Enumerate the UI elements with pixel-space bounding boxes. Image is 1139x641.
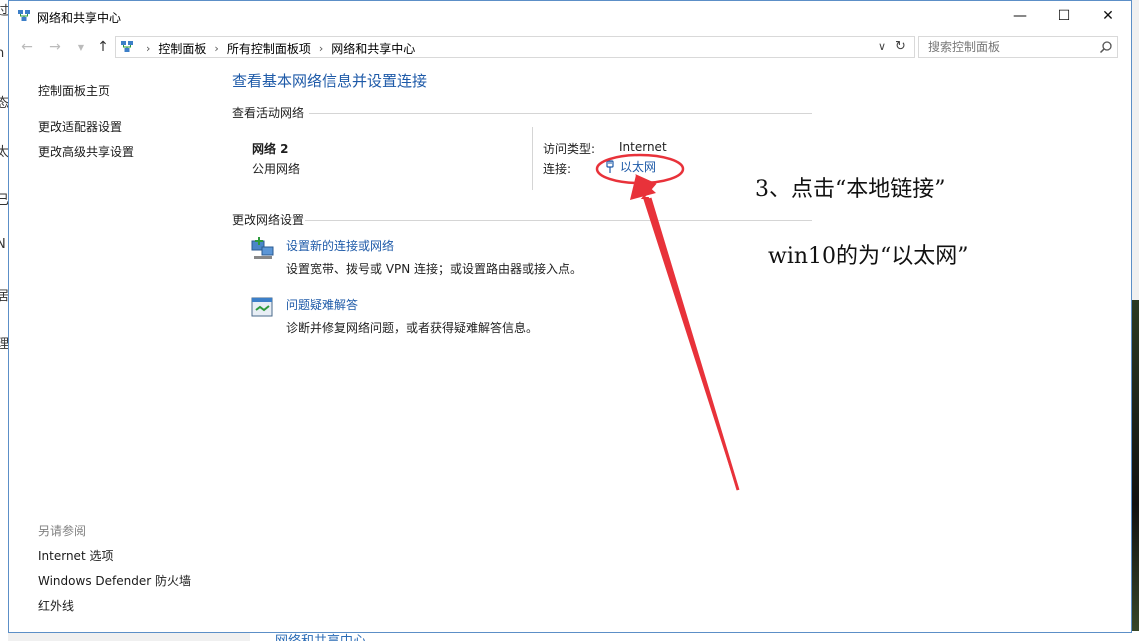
minimize-button[interactable]: — bbox=[997, 1, 1043, 31]
breadcrumb: › 控制面板 › 所有控制面板项 › 网络和共享中心 bbox=[138, 40, 415, 57]
sidebar-link-internet-options[interactable]: Internet 选项 bbox=[38, 547, 113, 564]
desktop-wallpaper bbox=[1131, 300, 1139, 641]
close-button[interactable]: ✕ bbox=[1085, 1, 1131, 31]
see-also-heading: 另请参阅 bbox=[38, 524, 87, 538]
background-window-edge: 过 n 态 太 已 N 居 理 bbox=[0, 0, 9, 641]
address-bar: ← → ▼ ↑ › 控制面板 › 所有控制面板项 › 网络和共享中心 ∨ ↻ bbox=[9, 34, 1131, 62]
connections-label: 连接: bbox=[543, 162, 572, 176]
forward-arrow-icon[interactable]: → bbox=[46, 38, 64, 56]
connection-name[interactable]: 以太网 bbox=[620, 158, 656, 175]
annotation-step-text: 3、点击“本地链接” bbox=[755, 177, 946, 202]
troubleshoot-link[interactable]: 问题疑难解答 bbox=[286, 296, 358, 313]
chevron-right-icon[interactable]: › bbox=[214, 42, 218, 55]
setup-connection-description: 设置宽带、拨号或 VPN 连接；或设置路由器或接入点。 bbox=[286, 262, 583, 276]
bg-char: n bbox=[0, 46, 5, 61]
sidebar-link-change-adapter-settings[interactable]: 更改适配器设置 bbox=[38, 118, 122, 135]
refresh-icon[interactable]: ↻ bbox=[895, 39, 906, 54]
search-icon[interactable] bbox=[1099, 40, 1113, 54]
network-setup-icon bbox=[251, 237, 274, 259]
active-networks-heading: 查看活动网络 bbox=[232, 106, 305, 120]
bg-char: N bbox=[0, 237, 6, 252]
address-field[interactable]: › 控制面板 › 所有控制面板项 › 网络和共享中心 ∨ ↻ bbox=[115, 36, 915, 58]
ethernet-connection-link[interactable]: 以太网 bbox=[604, 158, 656, 175]
breadcrumb-item[interactable]: 所有控制面板项 bbox=[227, 40, 311, 57]
search-input[interactable] bbox=[919, 37, 1098, 57]
access-type-label: 访问类型: bbox=[543, 142, 596, 156]
chevron-right-icon[interactable]: › bbox=[319, 42, 323, 55]
search-box[interactable] bbox=[918, 36, 1118, 58]
title-bar[interactable]: 网络和共享中心 — ☐ ✕ bbox=[9, 1, 1131, 32]
change-settings-heading: 更改网络设置 bbox=[232, 213, 305, 227]
sidebar-link-control-panel-home[interactable]: 控制面板主页 bbox=[38, 82, 110, 99]
chevron-right-icon[interactable]: › bbox=[146, 42, 150, 55]
network-profile-type: 公用网络 bbox=[252, 162, 301, 176]
recent-locations-chevron-icon[interactable]: ▼ bbox=[72, 38, 90, 56]
network-sharing-center-window: 网络和共享中心 — ☐ ✕ ← → ▼ ↑ › 控制面板 › 所有控制面板项 ›… bbox=[8, 0, 1132, 633]
access-type-value: Internet bbox=[619, 140, 667, 154]
annotation-note-text: win10的为“以太网” bbox=[768, 244, 969, 269]
window-title: 网络和共享中心 bbox=[37, 11, 122, 25]
breadcrumb-item[interactable]: 网络和共享中心 bbox=[331, 40, 415, 57]
setup-connection-link[interactable]: 设置新的连接或网络 bbox=[286, 237, 394, 254]
troubleshoot-description: 诊断并修复网络问题，或者获得疑难解答信息。 bbox=[286, 321, 539, 335]
back-arrow-icon[interactable]: ← bbox=[18, 38, 36, 56]
network-center-icon bbox=[18, 10, 30, 21]
control-panel-icon bbox=[121, 41, 133, 52]
sidebar-link-advanced-sharing[interactable]: 更改高级共享设置 bbox=[38, 143, 134, 160]
page-title: 查看基本网络信息并设置连接 bbox=[232, 72, 428, 90]
divider bbox=[532, 127, 533, 190]
sidebar-link-infrared[interactable]: 红外线 bbox=[38, 597, 74, 614]
ethernet-plug-icon bbox=[606, 159, 614, 173]
address-dropdown-chevron-icon[interactable]: ∨ bbox=[878, 40, 886, 53]
sidebar-link-firewall[interactable]: Windows Defender 防火墙 bbox=[38, 572, 191, 589]
divider bbox=[309, 113, 812, 114]
troubleshoot-icon bbox=[251, 297, 273, 317]
divider bbox=[305, 220, 812, 221]
maximize-button[interactable]: ☐ bbox=[1041, 1, 1087, 31]
breadcrumb-item[interactable]: 控制面板 bbox=[158, 40, 206, 57]
network-name: 网络 2 bbox=[252, 142, 289, 156]
up-arrow-icon[interactable]: ↑ bbox=[94, 38, 112, 56]
